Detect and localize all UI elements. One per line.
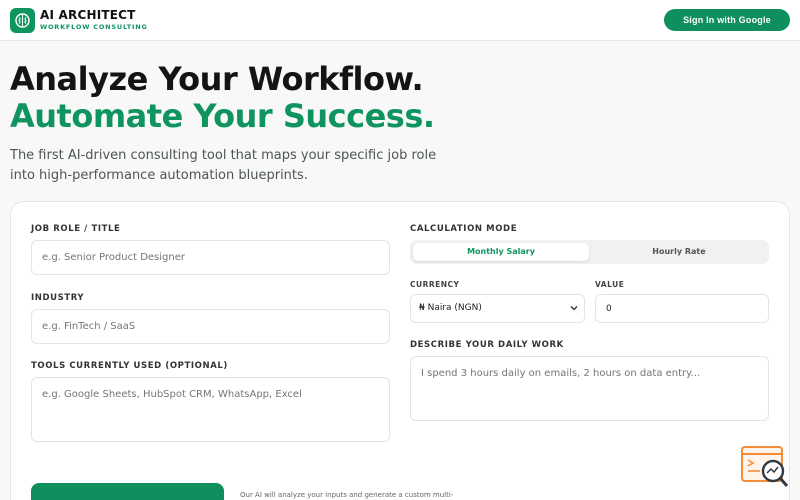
brand-subtitle: WORKFLOW CONSULTING: [40, 23, 148, 31]
mode-monthly-salary[interactable]: Monthly Salary: [413, 243, 589, 261]
chevron-down-icon: [570, 306, 578, 311]
value-label: VALUE: [595, 280, 625, 289]
industry-label: INDUSTRY: [31, 293, 85, 303]
mode-hourly-rate[interactable]: Hourly Rate: [592, 243, 766, 261]
brand-title: AI ARCHITECT: [40, 8, 136, 22]
currency-select-value: ₦ Naira (NGN): [419, 303, 482, 313]
search-analysis-widget-icon[interactable]: [740, 445, 790, 490]
form-footnote: Our AI will analyze your inputs and gene…: [240, 491, 454, 499]
brain-logo-icon: [10, 8, 35, 33]
top-navbar: AI ARCHITECT WORKFLOW CONSULTING Sign In…: [0, 0, 800, 41]
hero-title-line1: Analyze Your Workflow.: [10, 60, 424, 98]
job-role-input[interactable]: [31, 240, 390, 275]
hero-description: The first AI-driven consulting tool that…: [10, 148, 437, 183]
value-input[interactable]: [595, 294, 769, 323]
job-role-label: JOB ROLE / TITLE: [31, 224, 121, 234]
daily-work-textarea[interactable]: [410, 356, 769, 421]
sign-in-google-button[interactable]: Sign In with Google: [664, 9, 790, 31]
hero-title-line2: Automate Your Success.: [10, 97, 435, 135]
calculation-mode-label: CALCULATION MODE: [410, 224, 518, 234]
tools-label: TOOLS CURRENTLY USED (OPTIONAL): [31, 361, 228, 371]
currency-label: CURRENCY: [410, 280, 460, 289]
industry-input[interactable]: [31, 309, 390, 344]
tools-textarea[interactable]: [31, 377, 390, 442]
calculation-mode-toggle: Monthly Salary Hourly Rate: [410, 240, 769, 264]
currency-select[interactable]: ₦ Naira (NGN): [410, 294, 585, 323]
analyze-button[interactable]: [31, 483, 224, 500]
daily-work-label: DESCRIBE YOUR DAILY WORK: [410, 340, 564, 350]
